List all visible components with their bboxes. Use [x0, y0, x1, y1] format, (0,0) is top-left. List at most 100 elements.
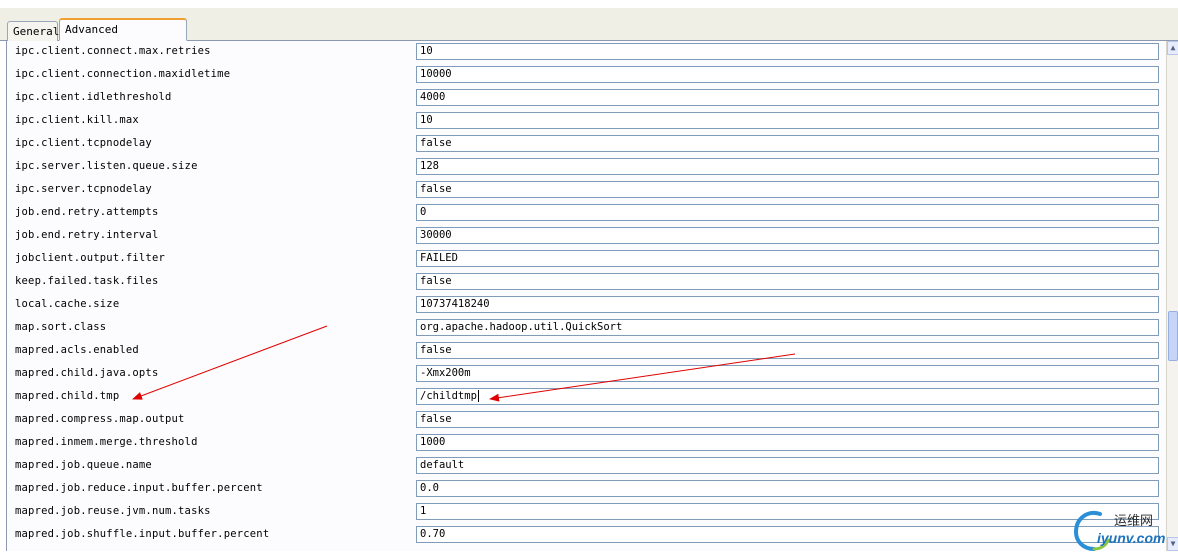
param-row: mapred.child.tmp/childtmp — [7, 386, 1167, 409]
param-row: map.sort.class org.apache.hadoop.util.Qui… — [7, 317, 1167, 340]
param-value-field[interactable]: 30000 — [416, 227, 1159, 244]
param-value-text: -Xmx200m — [420, 367, 471, 379]
tab-bar: General Advanced parameters — [0, 8, 1178, 55]
param-key-label: ipc.client.connection.maxidletime — [15, 68, 231, 80]
param-value-text: 10737418240 — [420, 298, 490, 310]
param-value-field[interactable]: false — [416, 342, 1159, 359]
param-key-label: local.cache.size — [15, 298, 120, 310]
param-key-label: ipc.server.listen.queue.size — [15, 160, 198, 172]
param-row: ipc.client.tcpnodelay false — [7, 133, 1167, 156]
param-key-label: mapred.job.queue.name — [15, 459, 152, 471]
scrollbar-thumb[interactable] — [1168, 311, 1178, 361]
param-value-field[interactable]: FAILED — [416, 250, 1159, 267]
param-value-field[interactable]: 1 — [416, 503, 1159, 520]
window-top-strip — [0, 0, 1178, 8]
param-value-field[interactable]: 10737418240 — [416, 296, 1159, 313]
vertical-scrollbar[interactable]: ▲ ▼ — [1166, 41, 1178, 551]
param-key-label: ipc.client.kill.max — [15, 114, 139, 126]
param-key-label: job.end.retry.attempts — [15, 206, 159, 218]
param-value-text: 30000 — [420, 229, 452, 241]
param-key-label: map.sort.class — [15, 321, 107, 333]
param-key-label: mapred.inmem.merge.threshold — [15, 436, 198, 448]
param-row: mapred.job.shuffle.input.buffer.percent 0… — [7, 524, 1167, 547]
param-row: mapred.job.queue.name default — [7, 455, 1167, 478]
param-key-label: mapred.job.reduce.input.buffer.percent — [15, 482, 263, 494]
param-value-field[interactable]: 4000 — [416, 89, 1159, 106]
param-value-text: 10 — [420, 45, 433, 57]
param-key-label: jobclient.output.filter — [15, 252, 165, 264]
param-value-text: /childtmp — [420, 390, 477, 402]
param-key-label: mapred.job.shuffle.input.buffer.percent — [15, 528, 270, 540]
param-row: job.end.retry.attempts 0 — [7, 202, 1167, 225]
param-key-label: ipc.client.tcpnodelay — [15, 137, 152, 149]
param-value-field[interactable]: 10000 — [416, 66, 1159, 83]
param-value-field[interactable]: 10 — [416, 43, 1159, 60]
param-row: mapred.compress.map.output false — [7, 409, 1167, 432]
param-row: mapred.job.reduce.input.buffer.percent 0.… — [7, 478, 1167, 501]
param-value-text: false — [420, 137, 452, 149]
param-key-label: mapred.acls.enabled — [15, 344, 139, 356]
param-value-text: 4000 — [420, 91, 446, 103]
param-key-label: ipc.client.connect.max.retries — [15, 45, 211, 57]
tab-general[interactable]: General — [7, 21, 59, 41]
param-value-text: 10 — [420, 114, 433, 126]
param-row: local.cache.size 10737418240 — [7, 294, 1167, 317]
param-row: job.end.retry.interval 30000 — [7, 225, 1167, 248]
param-value-text: 1000 — [420, 436, 446, 448]
param-row: ipc.client.connect.max.retries 10 — [7, 41, 1167, 64]
param-value-text: false — [420, 275, 452, 287]
param-value-text: 128 — [420, 160, 439, 172]
param-value-field[interactable]: 128 — [416, 158, 1159, 175]
param-value-field[interactable]: false — [416, 411, 1159, 428]
param-row: mapred.child.java.opts -Xmx200m — [7, 363, 1167, 386]
watermark-text-url: iyunv.com — [1097, 530, 1166, 546]
param-row: ipc.server.listen.queue.size 128 — [7, 156, 1167, 179]
param-value-field[interactable]: 0.0 — [416, 480, 1159, 497]
param-key-label: job.end.retry.interval — [15, 229, 159, 241]
param-row: jobclient.output.filter FAILED — [7, 248, 1167, 271]
param-value-field[interactable]: 1000 — [416, 434, 1159, 451]
param-value-field[interactable]: -Xmx200m — [416, 365, 1159, 382]
param-value-text: FAILED — [420, 252, 458, 264]
param-value-field[interactable]: false — [416, 135, 1159, 152]
param-row: ipc.server.tcpnodelay false — [7, 179, 1167, 202]
param-value-text: false — [420, 344, 452, 356]
param-value-field[interactable]: 0 — [416, 204, 1159, 221]
watermark-logo: 运维网 iyunv.com — [1070, 506, 1178, 554]
param-value-text: false — [420, 183, 452, 195]
text-caret — [477, 390, 479, 402]
param-value-text: default — [420, 459, 465, 471]
param-row: ipc.client.connection.maxidletime 10000 — [7, 64, 1167, 87]
param-key-label: ipc.client.idlethreshold — [15, 91, 172, 103]
param-value-text: false — [420, 413, 452, 425]
param-key-label: mapred.child.java.opts — [15, 367, 159, 379]
watermark-text-cn: 运维网 — [1114, 514, 1154, 529]
param-value-field[interactable]: org.apache.hadoop.util.QuickSort — [416, 319, 1159, 336]
param-row: ipc.client.kill.max 10 — [7, 110, 1167, 133]
param-value-field[interactable]: /childtmp — [416, 388, 1159, 405]
param-key-label: mapred.child.tmp — [15, 390, 120, 402]
param-row: keep.failed.task.files false — [7, 271, 1167, 294]
param-row: ipc.client.idlethreshold 4000 — [7, 87, 1167, 110]
param-value-field[interactable]: false — [416, 181, 1159, 198]
advanced-parameters-panel: ipc.client.connect.max.retries 10 ipc.clie… — [6, 41, 1172, 551]
param-value-field[interactable]: 10 — [416, 112, 1159, 129]
tab-advanced-parameters[interactable]: Advanced parameters — [59, 18, 187, 55]
param-value-text: 1 — [420, 505, 427, 517]
param-value-field[interactable]: false — [416, 273, 1159, 290]
param-value-field[interactable]: 0.70 — [416, 526, 1159, 543]
param-value-field[interactable]: default — [416, 457, 1159, 474]
param-key-label: ipc.server.tcpnodelay — [15, 183, 152, 195]
param-key-label: keep.failed.task.files — [15, 275, 159, 287]
param-value-text: org.apache.hadoop.util.QuickSort — [420, 321, 623, 333]
param-value-text: 0.0 — [420, 482, 439, 494]
param-row: mapred.acls.enabled false — [7, 340, 1167, 363]
param-row: mapred.job.reuse.jvm.num.tasks 1 — [7, 501, 1167, 524]
param-value-text: 0.70 — [420, 528, 446, 540]
param-row: mapred.inmem.merge.threshold 1000 — [7, 432, 1167, 455]
scroll-up-icon[interactable]: ▲ — [1167, 41, 1178, 55]
param-value-text: 0 — [420, 206, 427, 218]
param-value-text: 10000 — [420, 68, 452, 80]
param-key-label: mapred.compress.map.output — [15, 413, 185, 425]
param-key-label: mapred.job.reuse.jvm.num.tasks — [15, 505, 211, 517]
